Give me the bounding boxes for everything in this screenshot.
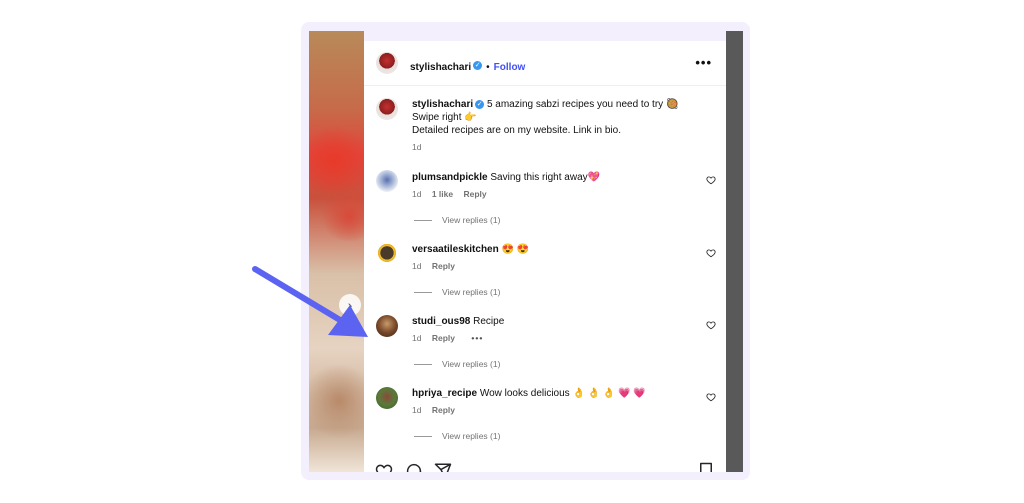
avatar[interactable] [376,243,398,265]
comments-panel: stylishachari ✓ • Follow ••• stylishachari ✓… [364,41,726,472]
username-link[interactable]: stylishachari [410,62,471,73]
image-detail [319,191,364,241]
comment-line: hpriya_recipe Wow looks delicious 👌 👌 👌 … [412,387,702,400]
view-replies-label: View replies (1) [442,215,501,225]
comment: studi_ous98 Recipe 1d Reply ••• [412,315,702,343]
bookmark-icon[interactable] [698,462,714,472]
view-replies-label: View replies (1) [442,287,501,297]
comment: plumsandpickle Saving this right away💖 1… [412,171,702,199]
view-replies-label: View replies (1) [442,431,501,441]
comment-meta: 1d Reply [412,405,702,415]
comment-emoji: 💖 [587,172,601,183]
modal-backdrop-strip [726,31,743,472]
caption-line-2: Swipe right 👉 [412,111,712,124]
comment-time[interactable]: 1d [412,333,421,343]
divider [414,364,432,366]
comment-likes[interactable]: 1 like [432,189,453,199]
divider [414,436,432,438]
comment-line: plumsandpickle Saving this right away💖 [412,171,702,184]
avatar[interactable] [376,98,398,120]
header-user: stylishachari ✓ • Follow [410,57,525,75]
caption-line-3: Detailed recipes are on my website. Link… [412,125,621,136]
comment-time[interactable]: 1d [412,189,421,199]
comment-time[interactable]: 1d [412,261,421,271]
verified-badge-icon: ✓ [473,61,483,71]
separator: • [486,62,490,73]
comment-options-icon[interactable]: ••• [471,333,483,343]
reply-button[interactable]: Reply [464,189,487,199]
comment-emoji: 👌 👌 👌 💗 💗 [572,388,646,399]
comment-line: versaatileskitchen 😍 😍 [412,243,702,256]
username-link[interactable]: studi_ous98 [412,316,470,327]
username-link[interactable]: stylishachari [412,99,473,110]
avatar[interactable] [376,170,398,192]
avatar[interactable] [376,387,398,409]
avatar[interactable] [376,315,398,337]
comment: versaatileskitchen 😍 😍 1d Reply [412,243,702,271]
caption-line-1: stylishachari ✓ 5 amazing sabzi recipes y… [412,98,712,111]
username-link[interactable]: versaatileskitchen [412,244,499,255]
view-replies-label: View replies (1) [442,359,501,369]
comment-text: Recipe [473,316,505,327]
follow-button[interactable]: Follow [494,62,526,73]
caption-text: 5 amazing sabzi recipes you need to try [486,99,664,110]
divider [414,220,432,222]
comment-text: Saving this right away [490,172,588,183]
comment-time[interactable]: 1d [412,405,421,415]
caption-emoji: 👉 [464,112,477,123]
view-replies-button[interactable]: View replies (1) [414,359,500,369]
comment-icon[interactable] [405,462,423,472]
view-replies-button[interactable]: View replies (1) [414,287,500,297]
heart-icon[interactable] [706,175,716,185]
post-image[interactable]: › [309,31,364,472]
heart-icon[interactable] [375,462,393,472]
comment-meta: 1d Reply [412,261,702,271]
comment-meta: 1d 1 like Reply [412,189,702,199]
verified-badge-icon: ✓ [475,99,485,109]
comment-emoji: 😍 😍 [501,244,530,255]
avatar[interactable] [376,52,398,74]
caption: stylishachari ✓ 5 amazing sabzi recipes y… [412,98,712,152]
comment-meta: 1d Reply ••• [412,333,702,343]
caption-text: Swipe right [412,112,462,123]
heart-icon[interactable] [706,320,716,330]
reply-button[interactable]: Reply [432,333,455,343]
comment-text: Wow looks delicious [479,388,570,399]
view-replies-button[interactable]: View replies (1) [414,431,500,441]
comment-line: studi_ous98 Recipe [412,315,702,328]
image-detail [309,361,364,441]
divider [414,292,432,294]
share-icon[interactable] [434,462,452,472]
reply-button[interactable]: Reply [432,261,455,271]
comment: hpriya_recipe Wow looks delicious 👌 👌 👌 … [412,387,702,415]
heart-icon[interactable] [706,392,716,402]
view-replies-button[interactable]: View replies (1) [414,215,500,225]
heart-icon[interactable] [706,248,716,258]
caption-time[interactable]: 1d [412,142,712,152]
reply-button[interactable]: Reply [432,405,455,415]
caption-emoji: 🥘 [665,99,679,110]
username-link[interactable]: hpriya_recipe [412,388,477,399]
username-link[interactable]: plumsandpickle [412,172,488,183]
image-detail [309,126,364,196]
annotation-arrow [252,266,368,337]
more-options-icon[interactable]: ••• [695,55,712,70]
post-header: stylishachari ✓ • Follow ••• [364,41,726,86]
